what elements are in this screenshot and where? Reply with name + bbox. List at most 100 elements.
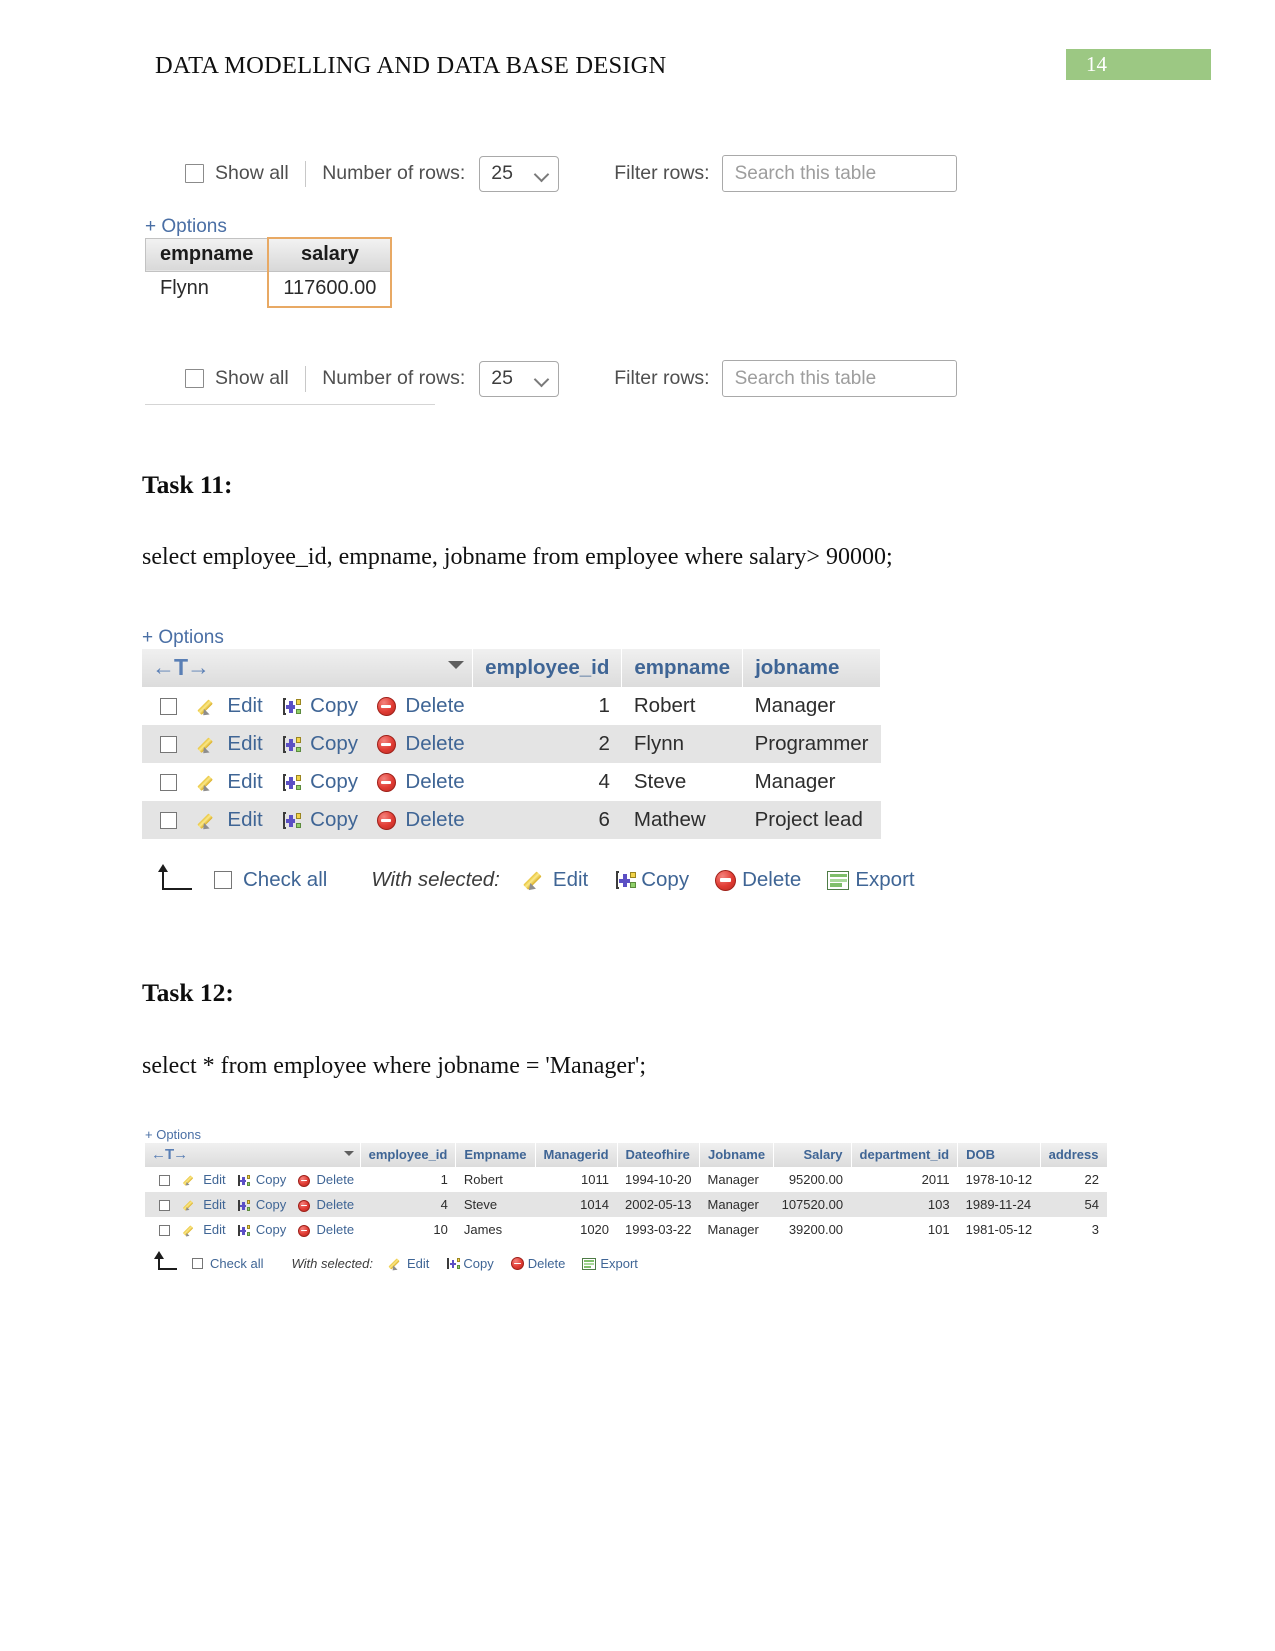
delete-link[interactable]: Delete [405,694,464,717]
edit-link[interactable]: Edit [227,770,262,793]
column-header-employee-id[interactable]: employee_id [360,1143,457,1167]
edit-link[interactable]: Edit [227,808,262,831]
row-checkbox[interactable] [160,774,177,792]
delete-icon[interactable] [297,1174,310,1187]
show-all-checkbox-bottom[interactable] [185,369,204,388]
copy-icon[interactable] [237,1174,251,1187]
row-checkbox[interactable] [160,736,177,754]
column-header-jobname[interactable]: jobname [742,649,882,687]
copy-button-task12[interactable]: Copy [463,1256,493,1271]
copy-link[interactable]: Copy [256,1222,286,1237]
delete-icon[interactable] [376,735,396,755]
copy-icon[interactable] [281,735,302,754]
edit-link[interactable]: Edit [227,694,262,717]
edit-link[interactable]: Edit [203,1222,225,1237]
copy-link[interactable]: Copy [310,694,358,717]
delete-link[interactable]: Delete [317,1172,355,1187]
row-checkbox[interactable] [159,1225,170,1237]
copy-icon[interactable] [281,697,302,716]
row-checkbox[interactable] [159,1200,170,1212]
arrow-up-icon[interactable] [158,864,192,890]
delete-link[interactable]: Delete [405,732,464,755]
check-all-checkbox-task11[interactable] [214,871,232,889]
copy-icon[interactable] [237,1224,251,1237]
number-of-rows-select-bottom[interactable]: 25 [479,360,560,397]
column-header-employee-id[interactable]: employee_id [472,649,623,687]
column-header-empname[interactable]: Empname [455,1143,536,1167]
check-all-label-task11[interactable]: Check all [243,868,327,892]
column-header-empname[interactable]: empname [621,649,744,687]
column-move-icon[interactable]: ←T→ [152,654,210,680]
delete-button-task11[interactable]: Delete [742,868,801,892]
pencil-icon[interactable] [200,735,219,754]
delete-icon[interactable] [376,697,396,717]
column-header-dob[interactable]: DOB [957,1143,1041,1167]
edit-link[interactable]: Edit [227,732,262,755]
copy-icon[interactable] [237,1199,251,1212]
options-link-task12[interactable]: + Options [145,1127,201,1142]
copy-link[interactable]: Copy [310,808,358,831]
column-nav-header[interactable]: ←T→ [145,1143,361,1167]
column-header-address[interactable]: address [1040,1143,1108,1167]
export-button-task11[interactable]: Export [855,868,914,892]
delete-icon[interactable] [510,1257,524,1270]
copy-link[interactable]: Copy [256,1172,286,1187]
column-header-managerid[interactable]: Managerid [535,1143,618,1167]
column-header-salary[interactable]: Salary [773,1143,852,1167]
copy-icon[interactable] [614,870,636,891]
delete-button-task12[interactable]: Delete [528,1256,566,1271]
delete-link[interactable]: Delete [317,1197,355,1212]
pencil-icon[interactable] [200,697,219,716]
column-move-icon[interactable]: ←T→ [151,1146,188,1163]
edit-link[interactable]: Edit [203,1197,225,1212]
column-header-department-id[interactable]: department_id [851,1143,959,1167]
copy-icon[interactable] [281,811,302,830]
column-header-jobname[interactable]: Jobname [699,1143,775,1167]
pencil-icon[interactable] [185,1199,198,1212]
column-header-salary[interactable]: salary [267,237,393,272]
row-checkbox[interactable] [160,698,177,716]
pencil-icon[interactable] [200,773,219,792]
delete-icon[interactable] [297,1199,310,1212]
pencil-icon[interactable] [185,1224,198,1237]
column-header-dateofhire[interactable]: Dateofhire [617,1143,701,1167]
check-all-checkbox-task12[interactable] [192,1258,203,1269]
delete-icon[interactable] [297,1224,310,1237]
edit-button-task11[interactable]: Edit [553,868,588,892]
filter-rows-input-bottom[interactable]: Search this table [721,360,957,397]
delete-icon[interactable] [715,869,737,891]
filter-rows-input-top[interactable]: Search this table [721,155,957,192]
check-all-label-task12[interactable]: Check all [210,1256,263,1271]
export-icon[interactable] [582,1257,597,1270]
number-of-rows-select-top[interactable]: 25 [479,155,560,192]
delete-link[interactable]: Delete [405,808,464,831]
export-button-task12[interactable]: Export [600,1256,638,1271]
copy-icon[interactable] [446,1257,461,1270]
edit-link[interactable]: Edit [203,1172,225,1187]
row-checkbox[interactable] [159,1175,170,1187]
column-nav-header[interactable]: ←T→ [142,649,474,687]
copy-button-task11[interactable]: Copy [641,868,689,892]
copy-icon[interactable] [281,773,302,792]
pencil-icon[interactable] [185,1174,198,1187]
edit-button-task12[interactable]: Edit [407,1256,429,1271]
copy-link[interactable]: Copy [310,770,358,793]
chevron-down-icon[interactable] [448,661,465,669]
delete-icon[interactable] [376,811,396,831]
column-header-empname[interactable]: empname [145,237,269,272]
row-checkbox[interactable] [160,812,177,830]
copy-link[interactable]: Copy [256,1197,286,1212]
pencil-icon[interactable] [526,869,548,891]
arrow-up-icon[interactable] [154,1251,177,1270]
pencil-icon[interactable] [200,811,219,830]
delete-icon[interactable] [376,773,396,793]
export-icon[interactable] [827,870,850,890]
show-all-checkbox-top[interactable] [185,164,204,183]
chevron-down-icon[interactable] [343,1151,354,1156]
options-link-task11[interactable]: + Options [142,627,224,649]
copy-link[interactable]: Copy [310,732,358,755]
delete-link[interactable]: Delete [317,1222,355,1237]
options-link-salary[interactable]: + Options [145,216,227,238]
delete-link[interactable]: Delete [405,770,464,793]
pencil-icon[interactable] [390,1257,404,1271]
